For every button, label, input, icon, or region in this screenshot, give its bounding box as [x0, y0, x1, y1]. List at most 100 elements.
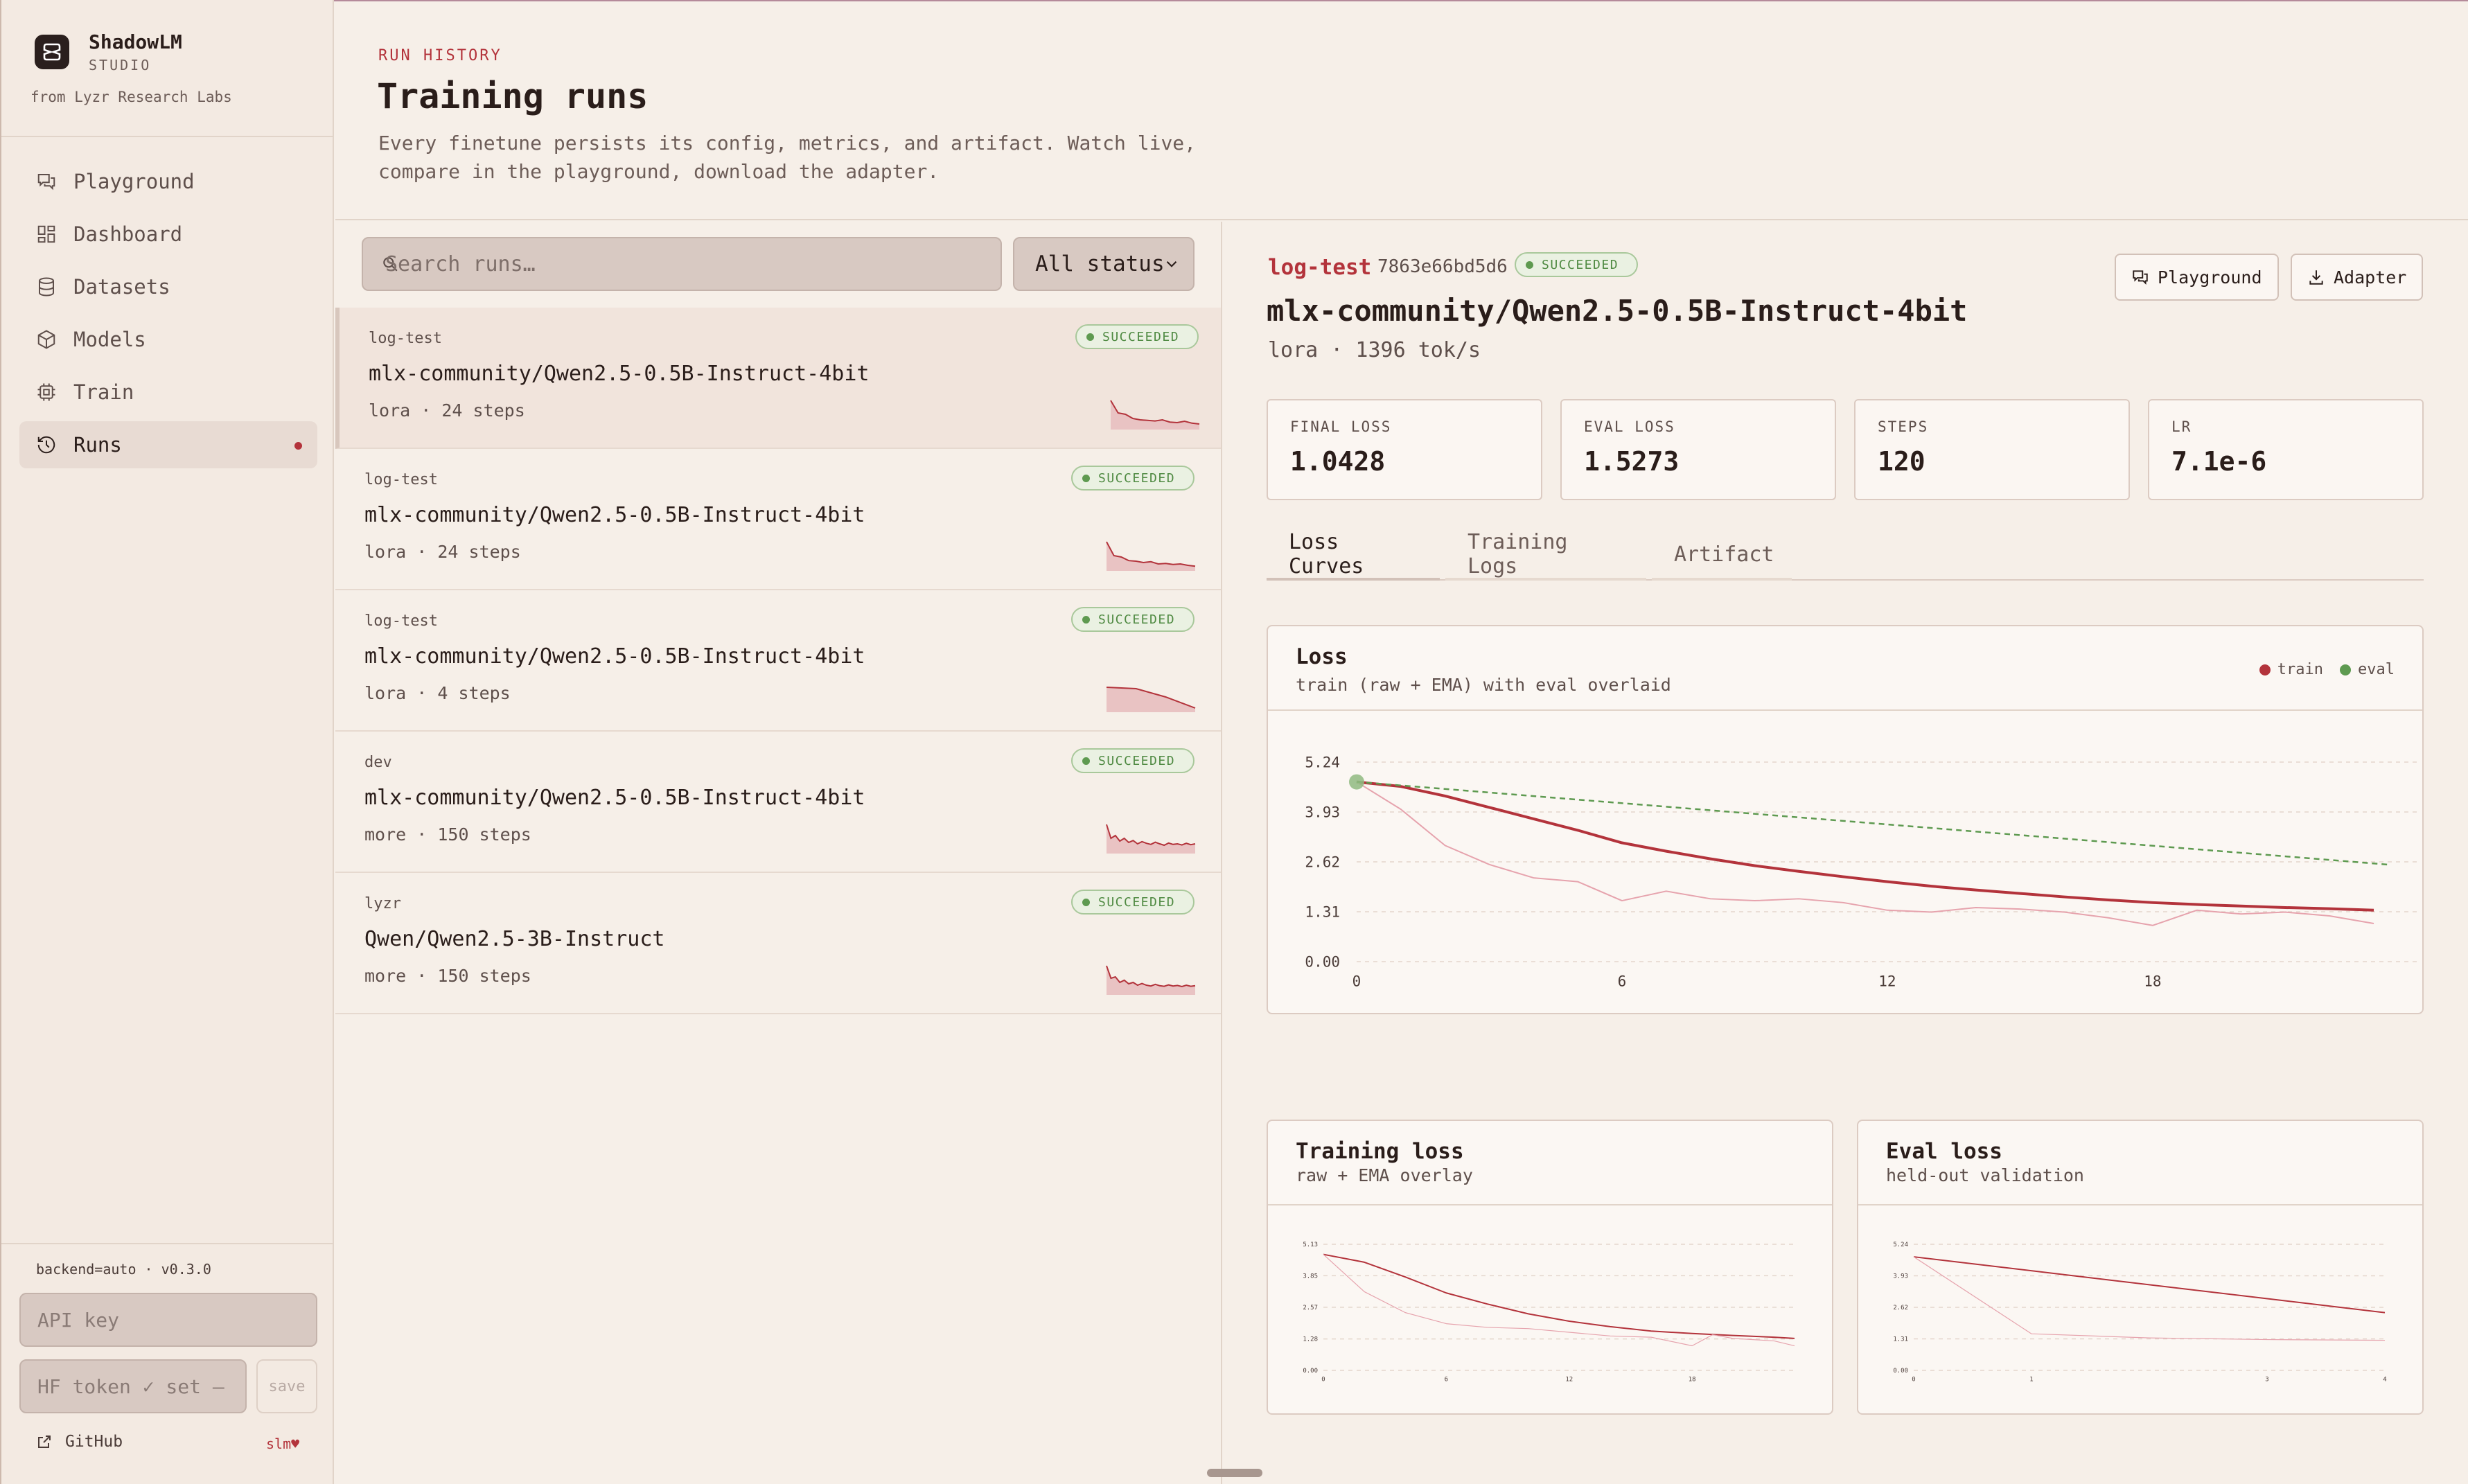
chat-icon — [2133, 270, 2148, 285]
sidebar-divider — [1, 1243, 333, 1244]
series-raw-line — [1356, 781, 2374, 926]
status-label: SUCCEEDED — [1098, 894, 1176, 910]
hf-token-input[interactable]: HF token ✓ set — — [19, 1359, 247, 1413]
loss-sparkline — [1106, 824, 1196, 854]
api-key-input[interactable]: API key — [19, 1293, 317, 1347]
app-logo-icon — [35, 35, 69, 69]
status-badge: SUCCEEDED — [1071, 607, 1195, 632]
stat-value: 7.1e-6 — [2171, 446, 2267, 477]
run-list-item[interactable]: log-test SUCCEEDED mlx-community/Qwen2.5-0… — [335, 308, 1221, 449]
status-filter-select[interactable]: All status — [1013, 237, 1195, 291]
tab-artifact[interactable]: Artifact — [1652, 531, 1792, 581]
sidebar-item-playground[interactable]: Playground — [19, 158, 317, 205]
history-icon — [37, 436, 55, 454]
series-raw-line — [1323, 1254, 1795, 1347]
y-tick-label: 2.57 — [1303, 1305, 1318, 1311]
stat-eval-loss: EVAL LOSS 1.5273 — [1560, 399, 1836, 500]
run-tag: log-test — [369, 330, 442, 347]
open-playground-button[interactable]: Playground — [2115, 254, 2279, 301]
sidebar-item-dashboard[interactable]: Dashboard — [19, 211, 317, 258]
training-loss-card: Training loss raw + EMA overlay 0.00 1.28… — [1267, 1120, 1833, 1415]
status-dot — [1082, 898, 1090, 906]
save-button[interactable]: save — [256, 1359, 317, 1413]
download-adapter-button[interactable]: Adapter — [2291, 254, 2424, 301]
sidebar-nav: Playground Dashboard Datasets Models Tra… — [19, 158, 317, 474]
y-tick-label: 2.62 — [1893, 1305, 1908, 1311]
sidebar-item-runs[interactable]: Runs — [19, 421, 317, 468]
github-label: GitHub — [65, 1433, 123, 1451]
card-title: Loss — [1296, 644, 1348, 669]
stat-value: 120 — [1878, 446, 1925, 477]
loss-chart-card: Loss train (raw + EMA) with eval overlai… — [1267, 625, 2424, 1014]
status-label: SUCCEEDED — [1542, 257, 1619, 272]
status-badge: SUCCEEDED — [1071, 890, 1195, 915]
run-detail-pane: log-test 7863e66bd5d6 SUCCEEDED mlx-comm… — [1224, 222, 2468, 1484]
x-tick-label: 0 — [1321, 1376, 1325, 1383]
run-meta: lora · 24 steps — [364, 542, 521, 562]
x-tick-label: 6 — [1445, 1376, 1448, 1383]
status-badge: SUCCEEDED — [1071, 466, 1195, 491]
run-list-item[interactable]: log-test SUCCEEDED mlx-community/Qwen2.5-0… — [335, 449, 1221, 590]
run-model-name: mlx-community/Qwen2.5-0.5B-Instruct-4bit — [369, 362, 870, 386]
page-eyebrow: RUN HISTORY — [378, 47, 502, 64]
sparkline-area — [1107, 966, 1195, 995]
status-filter-value: All status — [1035, 251, 1165, 276]
github-link[interactable]: GitHub — [36, 1433, 123, 1451]
stat-label: FINAL LOSS — [1290, 418, 1392, 435]
cube-icon — [37, 330, 55, 349]
tab-training-logs[interactable]: Training Logs — [1445, 530, 1646, 581]
sidebar-item-datasets[interactable]: Datasets — [19, 263, 317, 310]
sidebar-item-models[interactable]: Models — [19, 316, 317, 363]
chip-icon — [37, 383, 55, 401]
run-list-item[interactable]: log-test SUCCEEDED mlx-community/Qwen2.5-0… — [335, 590, 1221, 732]
start-point-marker — [1349, 774, 1364, 790]
sidebar-item-label: Models — [73, 328, 146, 351]
run-tag: dev — [364, 754, 392, 771]
run-tag: lyzr — [364, 895, 401, 912]
card-subtitle: raw + EMA overlay — [1296, 1165, 1473, 1185]
y-tick-label: 1.28 — [1303, 1336, 1318, 1343]
chart-legend: train eval — [2259, 661, 2395, 678]
resize-handle[interactable] — [1207, 1469, 1262, 1477]
training-loss-chart: 0.00 1.28 2.57 3.85 5.13 0 6 12 18 — [1303, 1242, 1795, 1383]
y-tick-label: 0.00 — [1305, 953, 1340, 970]
app-name: ShadowLM — [89, 30, 182, 53]
run-list-item[interactable]: dev SUCCEEDED mlx-community/Qwen2.5-0.5B-I… — [335, 732, 1221, 873]
page-header: RUN HISTORY Training runs Every finetune… — [335, 0, 2468, 220]
card-subtitle: held-out validation — [1886, 1165, 2084, 1185]
chat-icon — [37, 174, 55, 191]
loss-chart: 0.00 1.31 2.62 3.93 5.24 0 6 12 18 — [1305, 754, 2417, 990]
search-input[interactable]: Search runs… — [362, 237, 1002, 291]
y-tick-label: 3.93 — [1305, 804, 1340, 820]
stat-value: 1.0428 — [1290, 446, 1386, 477]
run-tag: log-test — [364, 612, 438, 630]
backend-version: backend=auto · v0.3.0 — [36, 1261, 211, 1278]
y-tick-label: 3.93 — [1893, 1273, 1908, 1280]
status-dot — [1086, 333, 1094, 341]
tab-loss-curves[interactable]: Loss Curves — [1267, 530, 1440, 581]
search-placeholder: Search runs… — [385, 251, 536, 276]
x-tick-label: 12 — [1878, 973, 1896, 990]
sidebar-item-train[interactable]: Train — [19, 369, 317, 416]
sparkline-area — [1111, 400, 1199, 430]
card-header: Training loss raw + EMA overlay — [1268, 1121, 1832, 1205]
series-ema-line — [1323, 1253, 1795, 1339]
legend-label-eval: eval — [2358, 661, 2395, 678]
y-tick-label: 0.00 — [1893, 1368, 1908, 1375]
run-tag: log-test — [364, 471, 438, 488]
slm-badge: slm♥ — [266, 1436, 300, 1452]
loss-sparkline — [1106, 541, 1196, 571]
page-title: Training runs — [377, 76, 649, 116]
sidebar: ShadowLM STUDIO from Lyzr Research Labs … — [0, 0, 334, 1484]
run-model-name: mlx-community/Qwen2.5-0.5B-Instruct-4bit — [364, 786, 865, 810]
run-list-item[interactable]: lyzr SUCCEEDED Qwen/Qwen2.5-3B-Instruct mor… — [335, 873, 1221, 1014]
status-badge: SUCCEEDED — [1071, 748, 1195, 773]
x-tick-label: 1 — [2029, 1376, 2033, 1383]
stat-steps: STEPS 120 — [1854, 399, 2130, 500]
eval-loss-card: Eval loss held-out validation 0.00 1.31 2.… — [1857, 1120, 2424, 1415]
status-label: SUCCEEDED — [1102, 329, 1180, 344]
x-tick-label: 0 — [1352, 973, 1361, 990]
detail-tabs: Loss Curves Training Logs Artifact — [1267, 530, 2424, 581]
run-model-name: mlx-community/Qwen2.5-0.5B-Instruct-4bit — [1267, 294, 1968, 328]
run-subline: lora · 1396 tok/s — [1268, 338, 1481, 362]
